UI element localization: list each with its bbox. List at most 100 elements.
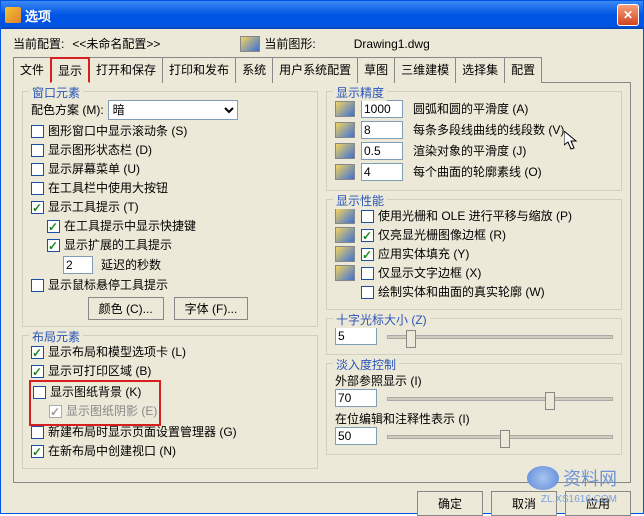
precision-label: 每条多段线曲线的线段数 (V) bbox=[413, 122, 613, 138]
highlight-box: 显示图纸背景 (K) 显示图纸阴影 (E) bbox=[29, 380, 161, 426]
tab-6[interactable]: 草图 bbox=[357, 57, 395, 83]
checkbox-label: 显示图纸背景 (K) bbox=[50, 384, 141, 400]
precision-label: 圆弧和圆的平滑度 (A) bbox=[413, 101, 613, 117]
drawing-icon bbox=[335, 143, 355, 159]
checkbox[interactable] bbox=[361, 267, 374, 280]
current-drawing-label: 当前图形: bbox=[264, 35, 315, 52]
fade-xref-slider[interactable] bbox=[387, 397, 613, 401]
tab-0[interactable]: 文件 bbox=[13, 57, 51, 83]
delay-label: 延迟的秒数 bbox=[101, 257, 161, 273]
tab-3[interactable]: 打印和发布 bbox=[162, 57, 236, 83]
checkbox-label: 显示布局和模型选项卡 (L) bbox=[48, 344, 186, 360]
drawing-icon bbox=[335, 246, 355, 262]
group-window-elements: 窗口元素 配色方案 (M): 暗 图形窗口中显示滚动条 (S)显示图形状态栏 (… bbox=[22, 91, 318, 327]
group-title: 显示性能 bbox=[333, 192, 387, 209]
group-title: 窗口元素 bbox=[29, 84, 83, 101]
ok-button[interactable]: 确定 bbox=[417, 491, 483, 516]
font-button[interactable]: 字体 (F)... bbox=[174, 297, 249, 320]
group-fade-control: 淡入度控制 外部参照显示 (I) 在位编辑和注释性表示 (I) bbox=[326, 363, 622, 455]
checkbox[interactable] bbox=[361, 229, 374, 242]
checkbox-label: 显示图纸阴影 (E) bbox=[66, 403, 157, 419]
checkbox[interactable] bbox=[31, 144, 44, 157]
precision-label: 每个曲面的轮廓素线 (O) bbox=[413, 164, 613, 180]
checkbox-label: 仅亮显光栅图像边框 (R) bbox=[378, 227, 506, 243]
window-title: 选项 bbox=[25, 6, 617, 25]
scheme-label: 配色方案 (M): bbox=[31, 102, 104, 118]
color-button[interactable]: 颜色 (C)... bbox=[88, 297, 164, 320]
precision-input[interactable] bbox=[361, 100, 403, 118]
precision-input[interactable] bbox=[361, 142, 403, 160]
fade-edit-input[interactable] bbox=[335, 427, 377, 445]
tab-1[interactable]: 显示 bbox=[50, 57, 90, 83]
fade-edit-slider[interactable] bbox=[387, 435, 613, 439]
cancel-button[interactable]: 取消 bbox=[491, 491, 557, 516]
group-display-precision: 显示精度 圆弧和圆的平滑度 (A)每条多段线曲线的线段数 (V)渲染对象的平滑度… bbox=[326, 91, 622, 191]
checkbox[interactable] bbox=[31, 426, 44, 439]
crosshair-input[interactable] bbox=[335, 327, 377, 345]
checkbox-label: 使用光栅和 OLE 进行平移与缩放 (P) bbox=[378, 208, 572, 224]
checkbox[interactable] bbox=[47, 239, 60, 252]
drawing-icon bbox=[335, 208, 355, 224]
group-title: 淡入度控制 bbox=[333, 356, 399, 373]
checkbox-label: 显示可打印区域 (B) bbox=[48, 363, 151, 379]
checkbox bbox=[49, 405, 62, 418]
crosshair-slider[interactable] bbox=[387, 335, 613, 339]
group-title: 布局元素 bbox=[29, 328, 83, 345]
checkbox[interactable] bbox=[31, 182, 44, 195]
tab-4[interactable]: 系统 bbox=[235, 57, 273, 83]
checkbox[interactable] bbox=[31, 445, 44, 458]
checkbox[interactable] bbox=[31, 365, 44, 378]
precision-input[interactable] bbox=[361, 121, 403, 139]
drawing-icon bbox=[335, 265, 355, 281]
precision-input[interactable] bbox=[361, 163, 403, 181]
current-config-label: 当前配置: bbox=[13, 35, 64, 52]
checkbox-label: 在新布局中创建视口 (N) bbox=[48, 443, 176, 459]
checkbox-label: 显示鼠标悬停工具提示 bbox=[48, 277, 168, 293]
checkbox-label: 在工具提示中显示快捷键 bbox=[64, 218, 196, 234]
drawing-icon bbox=[335, 164, 355, 180]
checkbox-label: 仅显示文字边框 (X) bbox=[378, 265, 481, 281]
checkbox-label: 图形窗口中显示滚动条 (S) bbox=[48, 123, 187, 139]
group-display-performance: 显示性能 使用光栅和 OLE 进行平移与缩放 (P)仅亮显光栅图像边框 (R)应… bbox=[326, 199, 622, 310]
drawing-icon bbox=[335, 122, 355, 138]
checkbox[interactable] bbox=[31, 346, 44, 359]
checkbox-label: 显示扩展的工具提示 bbox=[64, 237, 172, 253]
checkbox-label: 在工具栏中使用大按钮 bbox=[48, 180, 168, 196]
checkbox[interactable] bbox=[31, 163, 44, 176]
fade-edit-label: 在位编辑和注释性表示 (I) bbox=[335, 410, 613, 427]
checkbox-label: 绘制实体和曲面的真实轮廓 (W) bbox=[378, 284, 545, 300]
tab-9[interactable]: 配置 bbox=[504, 57, 542, 83]
group-crosshair: 十字光标大小 (Z) bbox=[326, 318, 622, 355]
checkbox-label: 显示屏幕菜单 (U) bbox=[48, 161, 140, 177]
fade-xref-input[interactable] bbox=[335, 389, 377, 407]
scheme-select[interactable]: 暗 bbox=[108, 100, 238, 120]
current-config-value: <<未命名配置>> bbox=[72, 35, 160, 52]
current-drawing-value: Drawing1.dwg bbox=[354, 37, 430, 51]
drawing-icon bbox=[335, 227, 355, 243]
group-title: 十字光标大小 (Z) bbox=[333, 311, 430, 328]
checkbox-label: 新建布局时显示页面设置管理器 (G) bbox=[48, 424, 237, 440]
apply-button[interactable]: 应用 bbox=[565, 491, 631, 516]
checkbox[interactable] bbox=[361, 248, 374, 261]
tab-5[interactable]: 用户系统配置 bbox=[272, 57, 358, 83]
checkbox[interactable] bbox=[31, 279, 44, 292]
group-layout-elements: 布局元素 显示布局和模型选项卡 (L)显示可打印区域 (B) 显示图纸背景 (K… bbox=[22, 335, 318, 469]
app-icon bbox=[5, 7, 21, 23]
checkbox[interactable] bbox=[47, 220, 60, 233]
titlebar: 选项 ✕ bbox=[1, 1, 643, 29]
delay-input[interactable] bbox=[63, 256, 93, 274]
checkbox[interactable] bbox=[361, 210, 374, 223]
fade-xref-label: 外部参照显示 (I) bbox=[335, 372, 613, 389]
precision-label: 渲染对象的平滑度 (J) bbox=[413, 143, 613, 159]
tab-7[interactable]: 三维建模 bbox=[394, 57, 456, 83]
checkbox[interactable] bbox=[31, 201, 44, 214]
drawing-icon bbox=[240, 36, 260, 52]
tab-2[interactable]: 打开和保存 bbox=[89, 57, 163, 83]
tabs: 文件显示打开和保存打印和发布系统用户系统配置草图三维建模选择集配置 bbox=[13, 56, 631, 83]
checkbox-label: 显示工具提示 (T) bbox=[48, 199, 139, 215]
checkbox[interactable] bbox=[31, 125, 44, 138]
checkbox[interactable] bbox=[361, 286, 374, 299]
close-button[interactable]: ✕ bbox=[617, 4, 639, 26]
tab-8[interactable]: 选择集 bbox=[455, 57, 505, 83]
checkbox[interactable] bbox=[33, 386, 46, 399]
